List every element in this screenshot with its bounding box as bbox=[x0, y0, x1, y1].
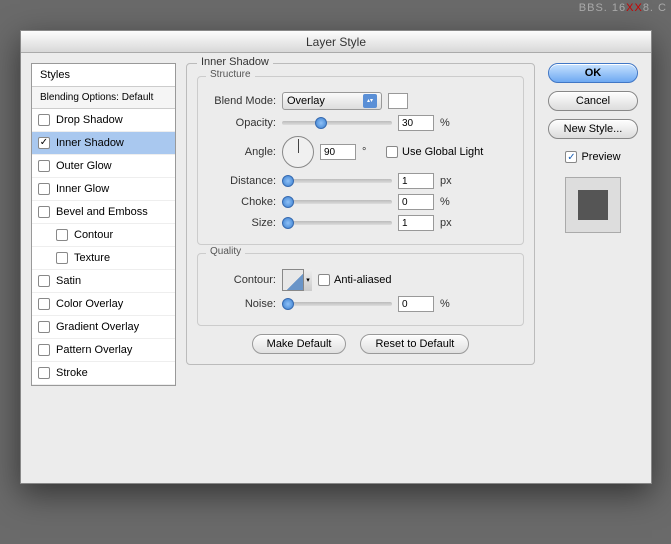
distance-field[interactable] bbox=[398, 173, 434, 189]
checkbox-icon bbox=[318, 274, 330, 286]
style-item-satin[interactable]: Satin bbox=[32, 270, 175, 293]
angle-label: Angle: bbox=[206, 146, 276, 158]
checkbox-icon[interactable] bbox=[56, 229, 68, 241]
checkbox-icon[interactable] bbox=[38, 114, 50, 126]
ok-button[interactable]: OK bbox=[548, 63, 638, 83]
style-item-label: Stroke bbox=[56, 367, 88, 379]
size-field[interactable] bbox=[398, 215, 434, 231]
distance-label: Distance: bbox=[206, 175, 276, 187]
structure-group: Structure Blend Mode: Overlay ▴▾ Opacity… bbox=[197, 76, 524, 245]
layer-style-dialog: Layer Style Styles Blending Options: Def… bbox=[20, 30, 652, 484]
contour-picker[interactable]: ▾ bbox=[282, 269, 312, 291]
opacity-unit: % bbox=[440, 117, 458, 129]
distance-unit: px bbox=[440, 175, 458, 187]
noise-label: Noise: bbox=[206, 298, 276, 310]
right-panel: OK Cancel New Style... Preview bbox=[545, 63, 641, 386]
checkbox-icon[interactable] bbox=[38, 275, 50, 287]
checkbox-icon bbox=[565, 151, 577, 163]
blend-mode-value: Overlay bbox=[287, 95, 325, 107]
noise-unit: % bbox=[440, 298, 458, 310]
checkbox-icon[interactable] bbox=[38, 367, 50, 379]
style-item-label: Color Overlay bbox=[56, 298, 123, 310]
style-item-label: Texture bbox=[74, 252, 110, 264]
global-light-label: Use Global Light bbox=[402, 146, 483, 158]
style-item-label: Gradient Overlay bbox=[56, 321, 139, 333]
checkbox-icon[interactable] bbox=[38, 137, 50, 149]
choke-slider[interactable] bbox=[282, 200, 392, 204]
cancel-button[interactable]: Cancel bbox=[548, 91, 638, 111]
angle-dial[interactable] bbox=[282, 136, 314, 168]
new-style-button[interactable]: New Style... bbox=[548, 119, 638, 139]
preview-inner bbox=[578, 190, 608, 220]
choke-unit: % bbox=[440, 196, 458, 208]
checkbox-icon bbox=[386, 146, 398, 158]
inner-shadow-group: Inner Shadow Structure Blend Mode: Overl… bbox=[186, 63, 535, 365]
choke-label: Choke: bbox=[206, 196, 276, 208]
checkbox-icon[interactable] bbox=[38, 344, 50, 356]
use-global-light-checkbox[interactable]: Use Global Light bbox=[386, 146, 483, 158]
style-item-label: Satin bbox=[56, 275, 81, 287]
style-item-color-overlay[interactable]: Color Overlay bbox=[32, 293, 175, 316]
styles-panel: Styles Blending Options: Default Drop Sh… bbox=[31, 63, 176, 386]
opacity-label: Opacity: bbox=[206, 117, 276, 129]
style-item-label: Pattern Overlay bbox=[56, 344, 132, 356]
group-title: Inner Shadow bbox=[197, 56, 273, 68]
style-item-label: Inner Shadow bbox=[56, 137, 124, 149]
noise-slider[interactable] bbox=[282, 302, 392, 306]
style-item-gradient-overlay[interactable]: Gradient Overlay bbox=[32, 316, 175, 339]
angle-field[interactable] bbox=[320, 144, 356, 160]
quality-title: Quality bbox=[206, 246, 245, 257]
antialiased-checkbox[interactable]: Anti-aliased bbox=[318, 274, 391, 286]
opacity-slider[interactable] bbox=[282, 121, 392, 125]
style-item-label: Outer Glow bbox=[56, 160, 112, 172]
checkbox-icon[interactable] bbox=[38, 160, 50, 172]
style-item-texture[interactable]: Texture bbox=[32, 247, 175, 270]
style-item-contour[interactable]: Contour bbox=[32, 224, 175, 247]
checkbox-icon[interactable] bbox=[38, 298, 50, 310]
style-item-label: Contour bbox=[74, 229, 113, 241]
style-item-label: Inner Glow bbox=[56, 183, 109, 195]
style-item-label: Drop Shadow bbox=[56, 114, 123, 126]
opacity-field[interactable] bbox=[398, 115, 434, 131]
blend-mode-label: Blend Mode: bbox=[206, 95, 276, 107]
style-item-label: Bevel and Emboss bbox=[56, 206, 148, 218]
settings-panel: Inner Shadow Structure Blend Mode: Overl… bbox=[186, 63, 535, 386]
select-arrows-icon: ▴▾ bbox=[363, 94, 377, 108]
style-item-bevel-and-emboss[interactable]: Bevel and Emboss bbox=[32, 201, 175, 224]
make-default-button[interactable]: Make Default bbox=[252, 334, 347, 354]
structure-title: Structure bbox=[206, 69, 255, 80]
style-item-outer-glow[interactable]: Outer Glow bbox=[32, 155, 175, 178]
style-item-drop-shadow[interactable]: Drop Shadow bbox=[32, 109, 175, 132]
size-unit: px bbox=[440, 217, 458, 229]
style-item-stroke[interactable]: Stroke bbox=[32, 362, 175, 385]
noise-field[interactable] bbox=[398, 296, 434, 312]
distance-slider[interactable] bbox=[282, 179, 392, 183]
reset-default-button[interactable]: Reset to Default bbox=[360, 334, 469, 354]
color-swatch[interactable] bbox=[388, 93, 408, 109]
contour-label: Contour: bbox=[206, 274, 276, 286]
styles-header[interactable]: Styles bbox=[32, 64, 175, 87]
style-item-pattern-overlay[interactable]: Pattern Overlay bbox=[32, 339, 175, 362]
checkbox-icon[interactable] bbox=[56, 252, 68, 264]
blend-mode-select[interactable]: Overlay ▴▾ bbox=[282, 92, 382, 110]
quality-group: Quality Contour: ▾ Anti-aliased Noise: bbox=[197, 253, 524, 326]
preview-swatch bbox=[565, 177, 621, 233]
blending-options[interactable]: Blending Options: Default bbox=[32, 87, 175, 109]
checkbox-icon[interactable] bbox=[38, 321, 50, 333]
style-item-inner-shadow[interactable]: Inner Shadow bbox=[32, 132, 175, 155]
antialiased-label: Anti-aliased bbox=[334, 274, 391, 286]
dialog-title: Layer Style bbox=[21, 31, 651, 53]
style-item-inner-glow[interactable]: Inner Glow bbox=[32, 178, 175, 201]
preview-checkbox[interactable]: Preview bbox=[565, 151, 620, 163]
checkbox-icon[interactable] bbox=[38, 183, 50, 195]
size-label: Size: bbox=[206, 217, 276, 229]
preview-label: Preview bbox=[581, 151, 620, 163]
choke-field[interactable] bbox=[398, 194, 434, 210]
checkbox-icon[interactable] bbox=[38, 206, 50, 218]
size-slider[interactable] bbox=[282, 221, 392, 225]
angle-unit: ° bbox=[362, 146, 380, 158]
dropdown-icon: ▾ bbox=[303, 269, 312, 291]
